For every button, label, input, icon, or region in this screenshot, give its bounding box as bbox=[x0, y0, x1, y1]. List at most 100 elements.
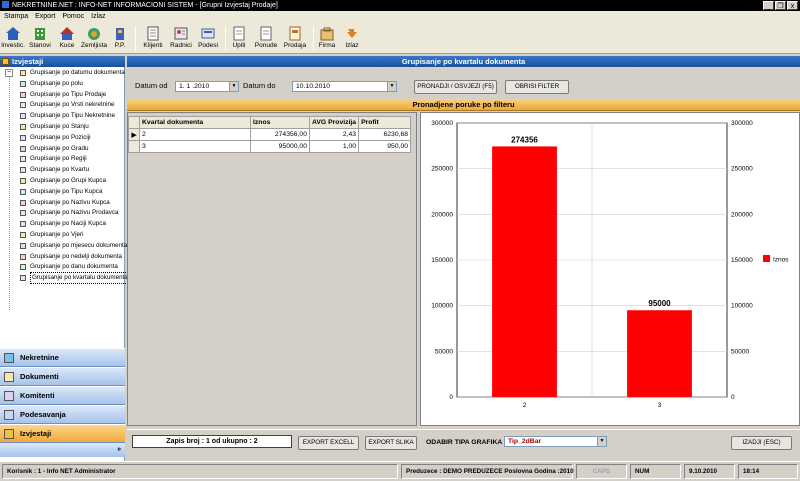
tree-item-label: Grupisanje po mjesecu dokumenta bbox=[30, 241, 128, 249]
tree-item[interactable]: Grupisanje po Tipu Kupca bbox=[20, 187, 102, 197]
bar[interactable] bbox=[627, 310, 692, 397]
tree-item[interactable]: Grupisanje po Nazivu Prodavca bbox=[20, 208, 119, 218]
cell-avg-provizija[interactable]: 1,00 bbox=[308, 140, 360, 153]
cell-profit[interactable]: 950,00 bbox=[358, 140, 412, 153]
tree-item[interactable]: Grupisanje po Naciji Kupca bbox=[20, 219, 106, 229]
tree-item[interactable]: Grupisanje po Tipu Prodaje bbox=[20, 90, 106, 100]
tree-item[interactable]: Grupisanje po kvartalu dokumenta bbox=[20, 272, 130, 285]
nav-podesavanja[interactable]: Podesavanja bbox=[0, 405, 125, 424]
date-from-label: Datum od bbox=[135, 81, 168, 90]
bar[interactable] bbox=[492, 146, 557, 397]
maximize-button[interactable]: ❐ bbox=[775, 1, 786, 10]
toolbar-kuce-button[interactable]: Kuce bbox=[56, 24, 78, 53]
tree-item[interactable]: Grupisanje po Regiji bbox=[20, 154, 87, 164]
y-tick-label: 0 bbox=[449, 394, 453, 401]
current-row-marker: ▶ bbox=[128, 128, 140, 141]
toolbar-investicije-button[interactable]: Investic. bbox=[1, 24, 25, 53]
x-tick-label: 3 bbox=[658, 402, 662, 409]
toolbar-firma-button[interactable]: Firma bbox=[317, 24, 337, 53]
report-icon bbox=[20, 124, 26, 130]
data-label: 95000 bbox=[648, 299, 671, 308]
export-excel-button[interactable]: EXPORT EXCELL bbox=[298, 436, 359, 450]
cell-iznos[interactable]: 274356,00 bbox=[250, 128, 310, 141]
main-panel: Grupisanje po kvartalu dokumenta Datum o… bbox=[127, 56, 800, 461]
menu-izlaz[interactable]: Izlaz bbox=[91, 11, 105, 23]
nav-komitenti[interactable]: Komitenti bbox=[0, 386, 125, 405]
export-image-button[interactable]: EXPORT SLIKA bbox=[365, 436, 417, 450]
cell-profit[interactable]: 6230,68 bbox=[358, 128, 412, 141]
clear-filter-button[interactable]: OBRISI FILTER bbox=[505, 80, 569, 94]
close-button[interactable]: x bbox=[787, 1, 798, 10]
status-company: Preduzece : DEMO PREDUZECE Poslovna Godi… bbox=[401, 464, 574, 479]
toolbar-stanovi-button[interactable]: Stanovi bbox=[28, 24, 52, 53]
nav-izvjestaji[interactable]: Izvjestaji bbox=[0, 424, 125, 443]
menu-stampa[interactable]: Stampa bbox=[4, 11, 28, 23]
chart-type-select[interactable]: Tip_2dBar ▼ bbox=[504, 436, 607, 447]
tree-item[interactable]: Grupisanje po Poziciji bbox=[20, 133, 91, 143]
window-titlebar: NEKRETNINE.NET : INFO-NET INFORMACIONI S… bbox=[0, 0, 800, 11]
column-header-iznos[interactable]: Iznos bbox=[250, 116, 310, 129]
toolbar-zemljista-button[interactable]: Zemljista bbox=[81, 24, 107, 53]
tree-item[interactable]: Grupisanje po Stanju bbox=[20, 122, 89, 132]
land-icon bbox=[86, 26, 102, 41]
tree-item[interactable]: Grupisanje po nedelji dokumenta bbox=[20, 252, 122, 262]
dropdown-arrow-icon[interactable]: ▼ bbox=[387, 82, 396, 91]
building-icon bbox=[112, 26, 128, 41]
tree-connector bbox=[9, 72, 10, 310]
nav-dokumenti[interactable]: Dokumenti bbox=[0, 367, 125, 386]
date-to-picker[interactable]: 10.10.2010 ▼ bbox=[292, 81, 397, 92]
tree-item[interactable]: Grupisanje po Nazivu Kupca bbox=[20, 198, 110, 208]
cell-iznos[interactable]: 95000,00 bbox=[250, 140, 310, 153]
toolbar-podesi-button[interactable]: Podesi bbox=[197, 24, 219, 53]
tree-item[interactable]: Grupisanje po polu bbox=[20, 79, 83, 89]
tree-item[interactable]: Grupisanje po datumu dokumenta bbox=[20, 68, 125, 78]
tree-item[interactable]: Grupisanje po Tipu Nekretnine bbox=[20, 111, 115, 121]
tree-item[interactable]: Grupisanje po danu dokumenta bbox=[20, 262, 118, 272]
date-to-label: Datum do bbox=[243, 81, 276, 90]
report-icon bbox=[20, 91, 26, 98]
column-header-profit[interactable]: Profit bbox=[358, 116, 412, 129]
row-selector[interactable] bbox=[128, 140, 140, 153]
tree-item[interactable]: Grupisanje po Kvartu bbox=[20, 165, 89, 175]
minimize-button[interactable]: _ bbox=[763, 1, 774, 10]
tree-item[interactable]: Grupisanje po mjesecu dokumenta bbox=[20, 241, 127, 251]
menu-pomoc[interactable]: Pomoc bbox=[62, 11, 84, 23]
toolbar-upiti-button[interactable]: Upiti bbox=[230, 24, 248, 53]
exit-icon bbox=[344, 26, 360, 41]
documents-icon bbox=[4, 372, 14, 382]
toolbar-izlaz-button[interactable]: Izlaz bbox=[343, 24, 361, 53]
menu-export[interactable]: Export bbox=[35, 11, 55, 23]
toolbar-ponude-button[interactable]: Ponude bbox=[254, 24, 278, 53]
dropdown-arrow-icon[interactable]: ▼ bbox=[597, 437, 606, 446]
tree-item[interactable]: Grupisanje po Vrsti nekretnine bbox=[20, 100, 114, 110]
cell-avg-provizija[interactable]: 2,43 bbox=[308, 128, 360, 141]
tree-item[interactable]: Grupisanje po Gradu bbox=[20, 144, 88, 154]
toolbar-klijenti-button[interactable]: Klijenti bbox=[142, 24, 164, 53]
tree-collapse-toggle[interactable]: − bbox=[5, 69, 13, 77]
date-from-picker[interactable]: 1. 1 .2010 ▼ bbox=[175, 81, 239, 92]
cell-kvartal[interactable]: 3 bbox=[139, 140, 251, 153]
status-caps: CAPS bbox=[576, 464, 627, 479]
dropdown-arrow-icon[interactable]: ▼ bbox=[229, 82, 238, 91]
tree-item[interactable]: Grupisanje po Grupi Kupca bbox=[20, 176, 106, 186]
tree-item[interactable]: Grupisanje po Vjeri bbox=[20, 230, 84, 240]
exit-report-button[interactable]: IZADJI (ESC) bbox=[731, 436, 792, 450]
toolbar-pp-button[interactable]: P.P. bbox=[111, 24, 129, 53]
nav-overflow-button[interactable]: » bbox=[0, 443, 125, 457]
partners-icon bbox=[4, 391, 14, 401]
toolbar-radnici-button[interactable]: Radnici bbox=[170, 24, 192, 53]
toolbar-separator bbox=[225, 26, 226, 51]
cell-kvartal[interactable]: 2 bbox=[139, 128, 251, 141]
toolbar-prodaja-button[interactable]: Prodaja bbox=[282, 24, 308, 53]
column-header-kvartal[interactable]: Kvartal dokumenta bbox=[139, 116, 251, 129]
table-row[interactable]: 3 95000,00 1,00 950,00 bbox=[128, 140, 412, 153]
tree-item-label: Grupisanje po Vrsti nekretnine bbox=[30, 101, 115, 109]
find-refresh-button[interactable]: PRONADJI / OSVJEZI (F5) bbox=[414, 80, 497, 94]
column-header-avg-provizija[interactable]: AVG Provizija bbox=[308, 116, 360, 129]
tree-item-label: Grupisanje po Grupi Kupca bbox=[30, 177, 106, 184]
table-row[interactable]: ▶ 2 274356,00 2,43 6230,68 bbox=[128, 128, 412, 141]
toolbar-separator bbox=[313, 26, 314, 51]
y2-tick-label: 250000 bbox=[731, 166, 753, 173]
nav-nekretnine[interactable]: Nekretnine bbox=[0, 348, 125, 367]
report-icon bbox=[20, 113, 26, 120]
